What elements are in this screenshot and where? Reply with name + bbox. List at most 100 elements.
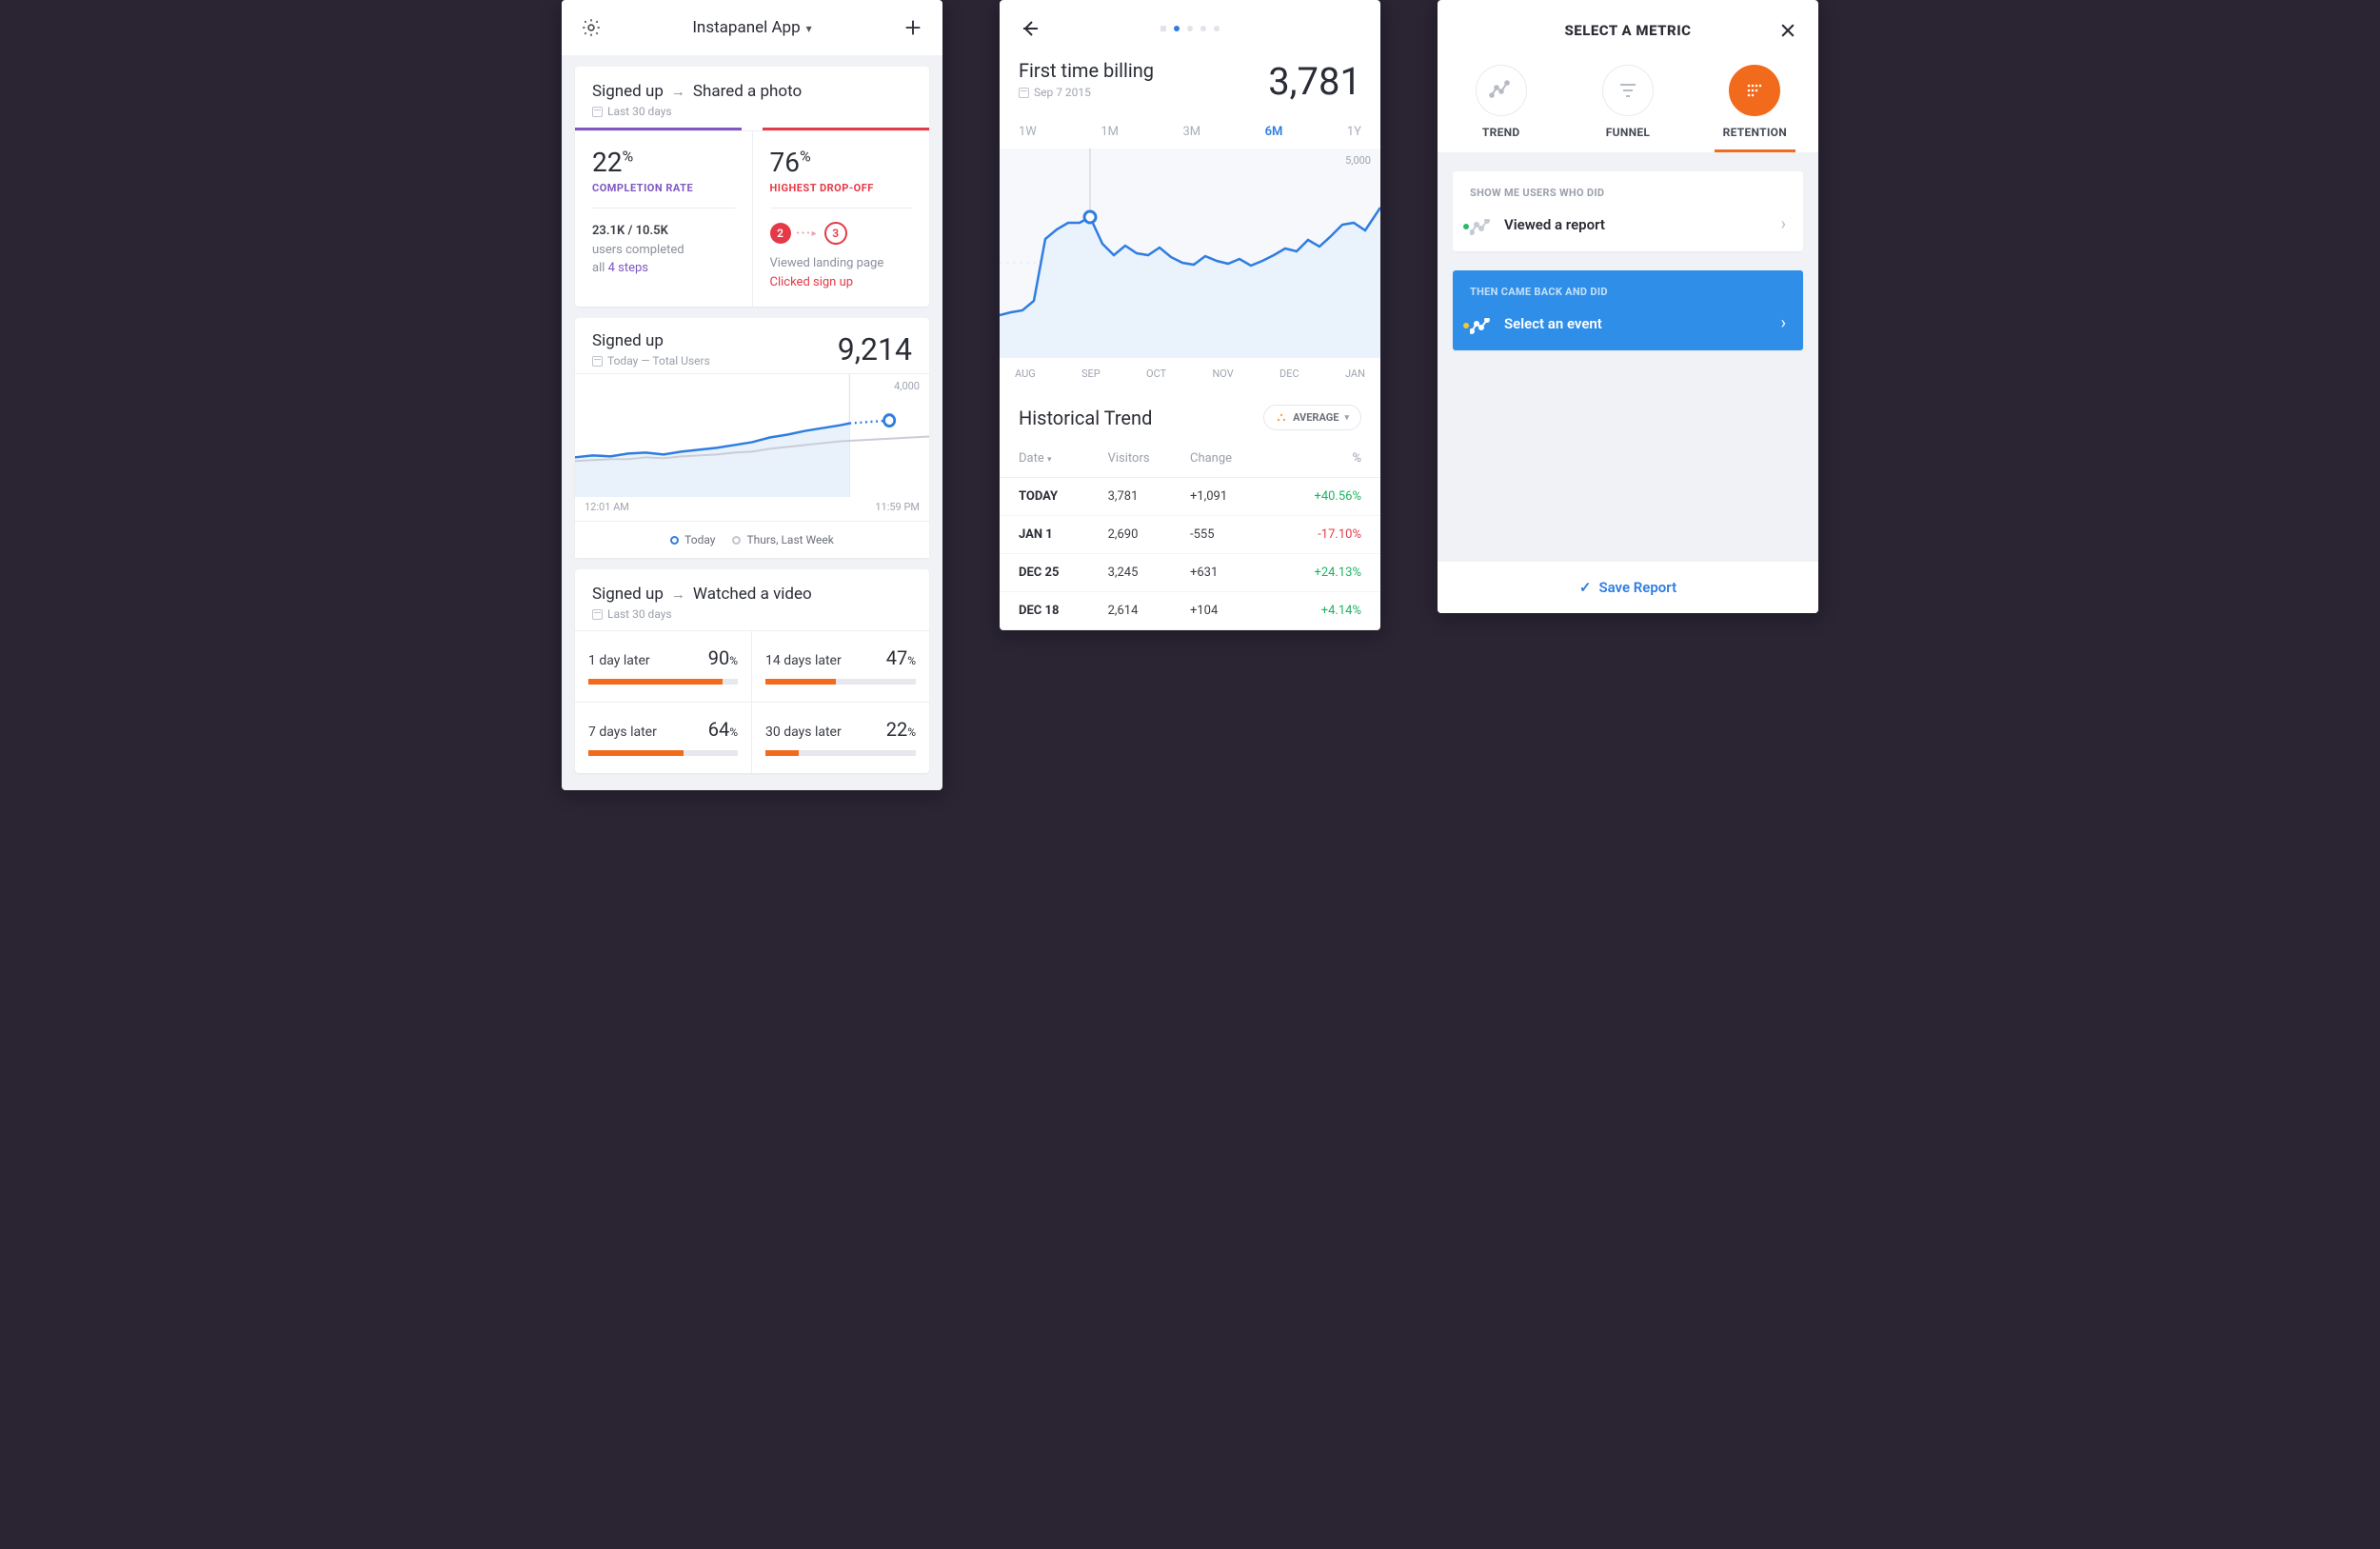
range-tab-1w[interactable]: 1W	[1019, 125, 1037, 139]
cell-change: +1,091	[1190, 489, 1276, 504]
cell-date: DEC 25	[1019, 566, 1108, 580]
app-header: Instapanel App	[562, 0, 942, 55]
retention-grid: 1 day later 90% 14 days later47% 7 days l…	[575, 630, 929, 773]
pct-sign: %	[622, 148, 633, 166]
x-to: 11:59 PM	[875, 501, 920, 513]
tab-label: RETENTION	[1692, 126, 1818, 139]
metric-type-tabs: TREND FUNNEL RETENTION	[1438, 57, 1818, 152]
calendar-icon	[1019, 88, 1029, 98]
legend-b: Thurs, Last Week	[746, 533, 833, 546]
aggregate-label: AVERAGE	[1293, 411, 1339, 424]
pct: %	[729, 725, 738, 739]
completion-value: 22	[592, 147, 622, 178]
event-trend-icon	[1470, 318, 1493, 329]
completion-ratio: 23.1K / 10.5K	[592, 222, 735, 241]
completion-sub2a: all	[592, 261, 608, 275]
metric-date: Sep 7 2015	[1034, 86, 1091, 99]
signups-card[interactable]: Signed up Today — Total Users 9,214 4,00…	[575, 318, 929, 558]
table-row[interactable]: DEC 25 3,245 +631 +24.13%	[1000, 554, 1380, 592]
range-tab-6m[interactable]: 6M	[1265, 125, 1283, 139]
dropoff-panel: 76% HIGHEST DROP-OFF 2 •••▸ 3 Viewed lan…	[752, 131, 930, 307]
retention-cell: 30 days later 22%	[752, 702, 929, 773]
col-visitors[interactable]: Visitors	[1108, 451, 1190, 466]
return-event-card[interactable]: THEN CAME BACK AND DID Select an event ›	[1453, 270, 1803, 350]
month-label: OCT	[1146, 367, 1166, 380]
cell-visitors: 3,245	[1108, 566, 1190, 580]
save-label: Save Report	[1598, 579, 1676, 596]
ret-val: 22	[886, 718, 907, 741]
cell-date: TODAY	[1019, 489, 1108, 504]
retention-cell: 14 days later47%	[752, 631, 929, 702]
range-tab-1m[interactable]: 1M	[1101, 125, 1119, 139]
col-pct[interactable]: %	[1276, 451, 1361, 466]
historical-title: Historical Trend	[1019, 407, 1152, 429]
first-event-card[interactable]: SHOW ME USERS WHO DID Viewed a report ›	[1453, 171, 1803, 251]
table-row[interactable]: TODAY 3,781 +1,091 +40.56%	[1000, 478, 1380, 516]
retention-cell: 7 days later64%	[575, 702, 752, 773]
step-badge-2: 2	[770, 223, 791, 244]
table-row[interactable]: JAN 1 2,690 -555 -17.10%	[1000, 516, 1380, 554]
funnel-card[interactable]: Signed up → Shared a photo Last 30 days …	[575, 67, 929, 307]
signups-sub: Today — Total Users	[607, 354, 710, 367]
x-from: 12:01 AM	[585, 501, 629, 513]
table-header: Date ▾ Visitors Change %	[1000, 440, 1380, 478]
check-icon: ✓	[1579, 579, 1592, 596]
ret-val: 64	[708, 718, 729, 741]
completion-sub2b: 4 steps	[608, 261, 648, 275]
signups-value: 9,214	[838, 331, 912, 367]
calendar-icon	[592, 609, 603, 620]
month-label: AUG	[1015, 367, 1036, 380]
aggregate-selector[interactable]: AVERAGE ▾	[1263, 405, 1361, 430]
add-icon[interactable]	[902, 17, 923, 38]
range-tab-1y[interactable]: 1Y	[1347, 125, 1361, 139]
close-icon[interactable]	[1778, 21, 1797, 40]
tab-retention[interactable]: RETENTION	[1692, 65, 1818, 152]
back-icon[interactable]	[1019, 17, 1041, 40]
legend-dot-lastweek	[732, 536, 741, 545]
pager-dot	[1160, 26, 1166, 31]
range-tabs: 1W 1M 3M 6M 1Y	[1000, 115, 1380, 139]
retention-cell: 1 day later 90%	[575, 631, 752, 702]
save-report-button[interactable]: ✓ Save Report	[1438, 562, 1818, 613]
metric-chart[interactable]: 5,000 0	[1000, 149, 1380, 358]
range-tab-3m[interactable]: 3M	[1182, 125, 1200, 139]
event-trend-icon	[1470, 219, 1493, 230]
col-change[interactable]: Change	[1190, 451, 1276, 466]
completion-label: COMPLETION RATE	[592, 182, 735, 194]
cell-pct: -17.10%	[1276, 527, 1361, 542]
arrow-right-icon: →	[671, 83, 685, 100]
ret-val: 90	[708, 646, 729, 669]
pct: %	[729, 654, 738, 667]
ret-label: 1 day later	[588, 653, 650, 668]
tab-funnel[interactable]: FUNNEL	[1564, 65, 1691, 152]
pager-dot	[1200, 26, 1206, 31]
ret-label: 30 days later	[765, 725, 842, 740]
calendar-icon	[592, 107, 603, 117]
cell-change: +104	[1190, 604, 1276, 618]
pct: %	[907, 725, 916, 739]
card-caption: SHOW ME USERS WHO DID	[1453, 171, 1803, 199]
completion-sub1: users completed	[592, 241, 735, 260]
table-row[interactable]: DEC 18 2,614 +104 +4.14%	[1000, 592, 1380, 630]
tab-trend[interactable]: TREND	[1438, 65, 1564, 152]
signups-title: Signed up	[592, 331, 664, 350]
settings-icon[interactable]	[581, 17, 602, 38]
app-switcher[interactable]: Instapanel App	[692, 18, 811, 37]
col-date[interactable]: Date	[1019, 451, 1044, 466]
pager-dots[interactable]	[1160, 26, 1220, 31]
caret-down-icon	[806, 18, 812, 37]
pager-dot-active	[1174, 26, 1180, 31]
month-label: NOV	[1212, 367, 1233, 380]
legend-dot-today	[670, 536, 679, 545]
pct-sign: %	[800, 148, 811, 166]
retention-card[interactable]: Signed up → Watched a video Last 30 days…	[575, 569, 929, 773]
trend-icon	[1476, 65, 1527, 116]
chevron-right-icon: ›	[1781, 214, 1786, 234]
metric-value: 3,781	[1268, 59, 1361, 104]
funnel-accent	[575, 128, 929, 130]
funnel-card-header: Signed up → Shared a photo Last 30 days	[575, 67, 929, 128]
ret-range: Last 30 days	[607, 607, 672, 621]
dropoff-label: HIGHEST DROP-OFF	[770, 182, 913, 194]
step-badges: 2 •••▸ 3	[770, 222, 913, 245]
pct: %	[907, 654, 916, 667]
